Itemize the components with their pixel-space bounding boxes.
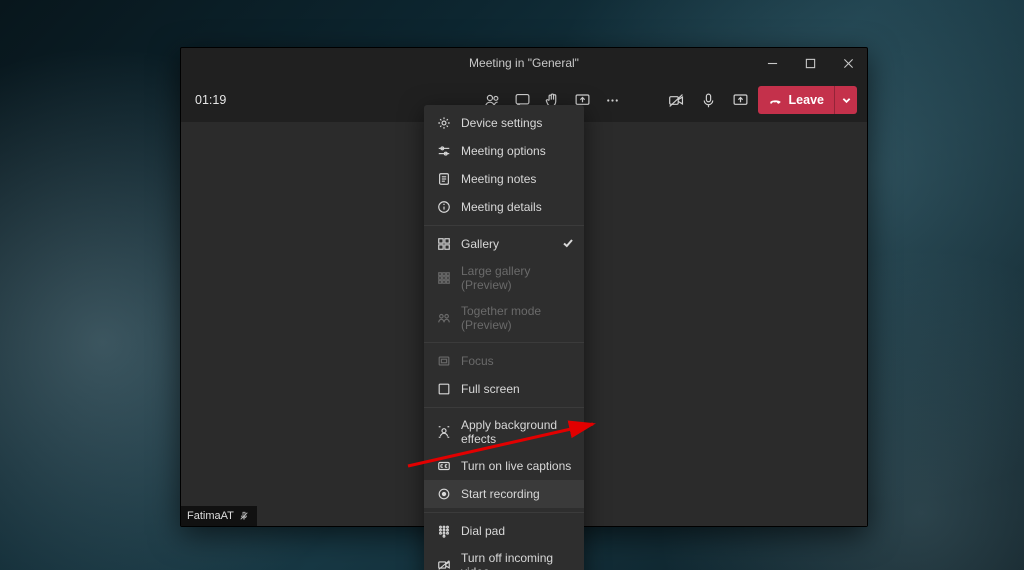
window-controls	[753, 48, 867, 78]
info-icon	[436, 200, 451, 215]
background-icon	[436, 425, 451, 440]
menu-meeting-details[interactable]: Meeting details	[424, 193, 584, 221]
menu-meeting-options[interactable]: Meeting options	[424, 137, 584, 165]
leave-label: Leave	[789, 93, 824, 107]
menu-focus: Focus	[424, 347, 584, 375]
menu-separator	[424, 342, 584, 343]
menu-label: Meeting details	[461, 200, 542, 214]
window-title: Meeting in "General"	[469, 56, 579, 70]
menu-separator	[424, 407, 584, 408]
toolbar-right: Leave	[662, 78, 857, 122]
more-actions-button[interactable]	[597, 85, 627, 115]
menu-separator	[424, 512, 584, 513]
menu-label: Meeting notes	[461, 172, 536, 186]
menu-gallery[interactable]: Gallery	[424, 230, 584, 258]
video-off-icon	[436, 558, 451, 570]
close-button[interactable]	[829, 48, 867, 78]
gear-icon	[436, 116, 451, 131]
share-tray-button[interactable]	[726, 85, 756, 115]
menu-device-settings[interactable]: Device settings	[424, 109, 584, 137]
menu-label: Turn off incoming video	[461, 551, 572, 570]
menu-meeting-notes[interactable]: Meeting notes	[424, 165, 584, 193]
menu-label: Apply background effects	[461, 418, 572, 446]
menu-together-mode: Together mode (Preview)	[424, 298, 584, 338]
meeting-timer: 01:19	[195, 93, 226, 107]
menu-label: Dial pad	[461, 524, 505, 538]
menu-start-recording[interactable]: Start recording	[424, 480, 584, 508]
mic-button[interactable]	[694, 85, 724, 115]
checkmark-icon	[562, 237, 574, 252]
together-icon	[436, 311, 451, 326]
camera-button[interactable]	[662, 85, 692, 115]
menu-dial-pad[interactable]: Dial pad	[424, 517, 584, 545]
sliders-icon	[436, 144, 451, 159]
menu-large-gallery: Large gallery (Preview)	[424, 258, 584, 298]
menu-live-captions[interactable]: Turn on live captions	[424, 452, 584, 480]
hangup-icon	[768, 93, 783, 108]
menu-separator	[424, 225, 584, 226]
focus-icon	[436, 354, 451, 369]
minimize-button[interactable]	[753, 48, 791, 78]
leave-button-main[interactable]: Leave	[758, 86, 834, 114]
participant-nametag: FatimaAT	[181, 506, 257, 526]
record-icon	[436, 487, 451, 502]
menu-background-effects[interactable]: Apply background effects	[424, 412, 584, 452]
mic-muted-icon	[239, 511, 249, 521]
menu-full-screen[interactable]: Full screen	[424, 375, 584, 403]
menu-label: Turn on live captions	[461, 459, 571, 473]
gallery-icon	[436, 237, 451, 252]
leave-caret[interactable]	[834, 86, 857, 114]
notes-icon	[436, 172, 451, 187]
leave-button[interactable]: Leave	[758, 86, 857, 114]
menu-label: Focus	[461, 354, 494, 368]
large-gallery-icon	[436, 271, 451, 286]
fullscreen-icon	[436, 382, 451, 397]
more-actions-menu: Device settings Meeting options Meeting …	[424, 105, 584, 570]
menu-label: Large gallery (Preview)	[461, 264, 572, 292]
menu-label: Meeting options	[461, 144, 546, 158]
menu-label: Device settings	[461, 116, 542, 130]
captions-icon	[436, 459, 451, 474]
menu-label: Start recording	[461, 487, 540, 501]
participant-name: FatimaAT	[187, 510, 234, 522]
dialpad-icon	[436, 524, 451, 539]
maximize-button[interactable]	[791, 48, 829, 78]
title-bar: Meeting in "General"	[181, 48, 867, 78]
menu-turn-off-incoming-video[interactable]: Turn off incoming video	[424, 545, 584, 570]
menu-label: Full screen	[461, 382, 520, 396]
menu-label: Together mode (Preview)	[461, 304, 572, 332]
desktop-wallpaper: Meeting in "General" 01:19	[0, 0, 1024, 570]
menu-label: Gallery	[461, 237, 499, 251]
